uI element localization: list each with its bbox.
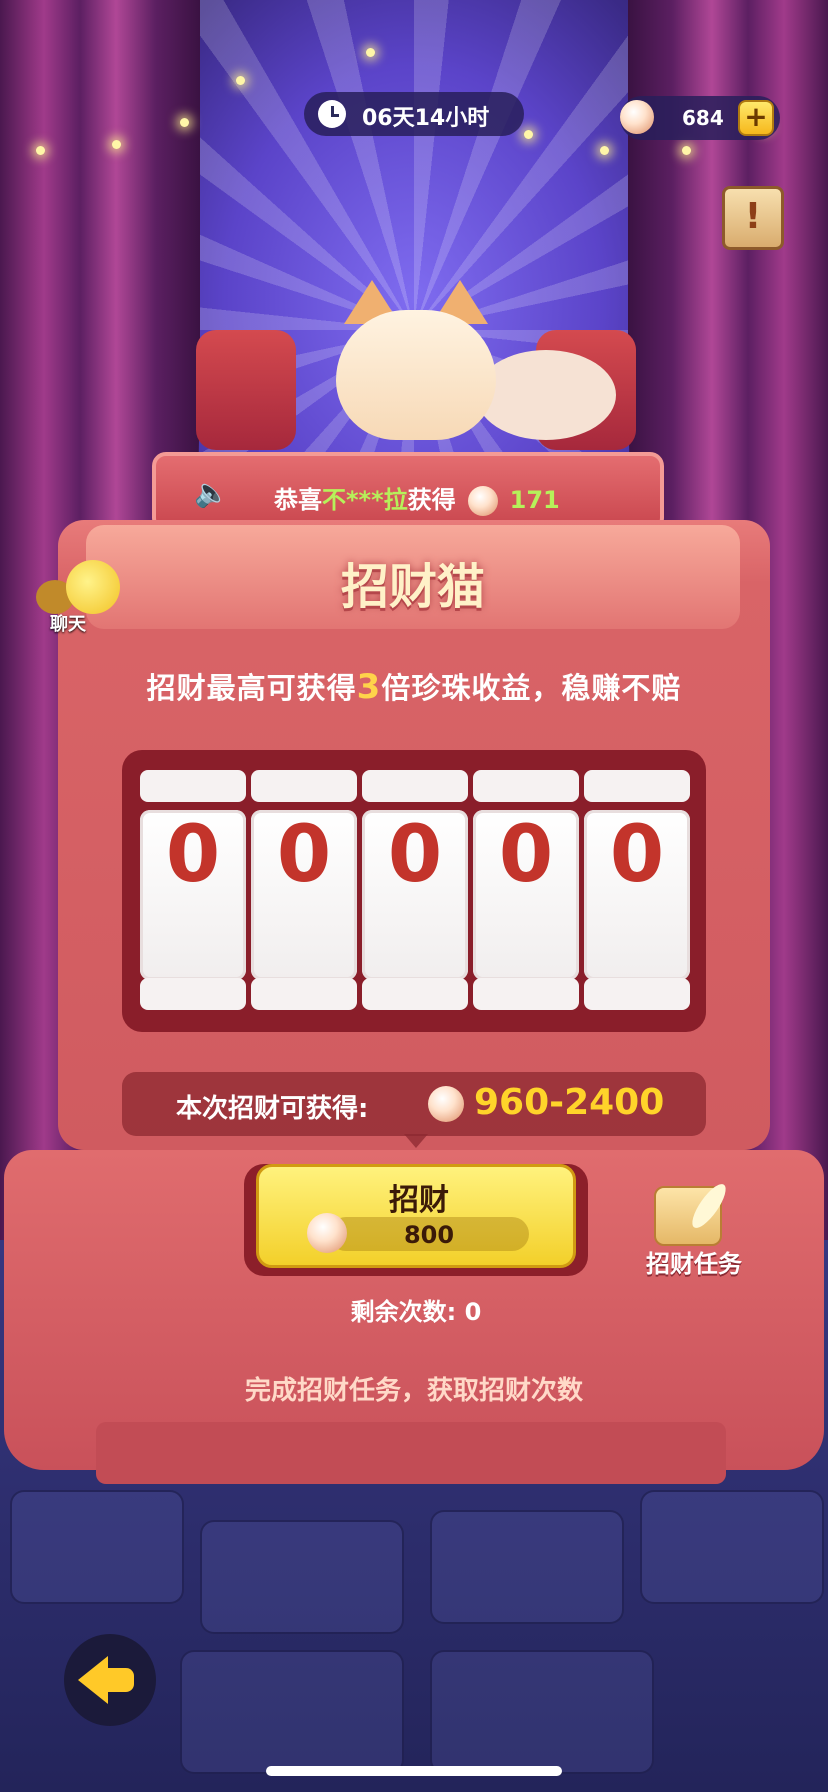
light-bulb	[236, 76, 245, 85]
timer-text: 06天14小时	[362, 106, 490, 131]
light-bulb	[180, 118, 189, 127]
chat-label: 聊天	[50, 614, 86, 635]
reward-label: 本次招财可获得:	[176, 1094, 369, 1124]
ticker-suffix: 获得	[407, 486, 456, 514]
pearl-count: 684	[682, 106, 724, 130]
reel-digit: 0	[498, 810, 554, 900]
floor-tile	[430, 1510, 624, 1624]
ticker-name: 不***拉	[322, 486, 408, 514]
fan-decoration	[196, 330, 296, 450]
reward-info: 本次招财可获得: 960-2400	[122, 1072, 706, 1136]
chat-button[interactable]: 聊天	[36, 560, 126, 644]
back-arrow-tail	[104, 1668, 134, 1692]
reel-top	[140, 770, 246, 802]
reel-window: 0 0 0 0 0	[122, 750, 706, 1032]
machine-title: 招财猫	[340, 559, 485, 615]
reel-bottom	[251, 978, 357, 1010]
spin-button-face[interactable]: 招财 800	[256, 1164, 576, 1268]
spin-button[interactable]: 招财 800	[244, 1164, 588, 1276]
light-bulb	[682, 146, 691, 155]
reel-top	[473, 770, 579, 802]
reel-digit: 0	[165, 810, 221, 900]
ticker-amount: 171	[509, 486, 560, 514]
reel-digit: 0	[387, 810, 443, 900]
reel-top	[362, 770, 468, 802]
reel-bottom	[140, 978, 246, 1010]
notice-icon[interactable]: !	[722, 186, 784, 250]
reel-top	[251, 770, 357, 802]
light-bulb	[524, 130, 533, 139]
task-button[interactable]: 招财任务	[638, 1179, 750, 1284]
spin-cost: 800	[307, 1213, 529, 1253]
light-bulb	[366, 48, 375, 57]
floor-tile	[200, 1520, 404, 1634]
spin-label: 招财	[389, 1183, 449, 1218]
pearl-icon	[620, 100, 654, 134]
light-bulb	[600, 146, 609, 155]
reel: 0	[584, 770, 690, 1010]
spin-cost-value: 800	[403, 1221, 455, 1249]
reel: 0	[140, 770, 246, 1010]
reward-range: 960-2400	[474, 1082, 665, 1123]
subtitle-multiplier: 3	[356, 667, 382, 707]
event-timer: 06天14小时	[304, 92, 524, 136]
reel-top	[584, 770, 690, 802]
task-hint: 完成招财任务，获取招财次数	[244, 1376, 583, 1406]
home-indicator[interactable]	[266, 1766, 562, 1776]
lucky-cat	[196, 280, 636, 470]
floor-tile	[430, 1650, 654, 1774]
subtitle-after: 倍珍珠收益，稳赚不赔	[381, 671, 682, 705]
reel-bottom	[473, 978, 579, 1010]
speaker-icon: 🔈	[194, 476, 229, 509]
reel: 0	[251, 770, 357, 1010]
pearl-icon	[467, 486, 498, 516]
clock-icon	[318, 100, 346, 128]
reel-digit: 0	[609, 810, 665, 900]
cat-head	[336, 310, 496, 440]
reel: 0	[362, 770, 468, 1010]
light-bulb	[36, 146, 45, 155]
light-bulb	[112, 140, 121, 149]
pearl-balance: 684 +	[620, 96, 780, 140]
machine-header: 招财猫	[86, 525, 740, 629]
task-label: 招财任务	[646, 1250, 742, 1278]
reel-digit: 0	[276, 810, 332, 900]
reward-pointer	[404, 1134, 428, 1148]
machine-base-front	[96, 1422, 726, 1484]
subtitle-before: 招财最高可获得	[146, 671, 357, 705]
back-button[interactable]	[64, 1634, 156, 1726]
ticker-message: 恭喜不***拉获得 171	[274, 480, 560, 516]
floor-tile	[180, 1650, 404, 1774]
machine-subtitle: 招财最高可获得3倍珍珠收益，稳赚不赔	[58, 665, 770, 707]
remaining-count: 剩余次数: 0	[350, 1298, 482, 1326]
reel: 0	[473, 770, 579, 1010]
ticker-prefix: 恭喜	[274, 486, 322, 514]
reel-bottom	[362, 978, 468, 1010]
chat-face-icon	[66, 560, 120, 614]
pearl-icon	[428, 1086, 464, 1122]
reel-bottom	[584, 978, 690, 1010]
floor-tile	[640, 1490, 824, 1604]
floor-tile	[10, 1490, 184, 1604]
pearl-plate	[476, 350, 616, 440]
plus-icon[interactable]: +	[738, 100, 774, 136]
